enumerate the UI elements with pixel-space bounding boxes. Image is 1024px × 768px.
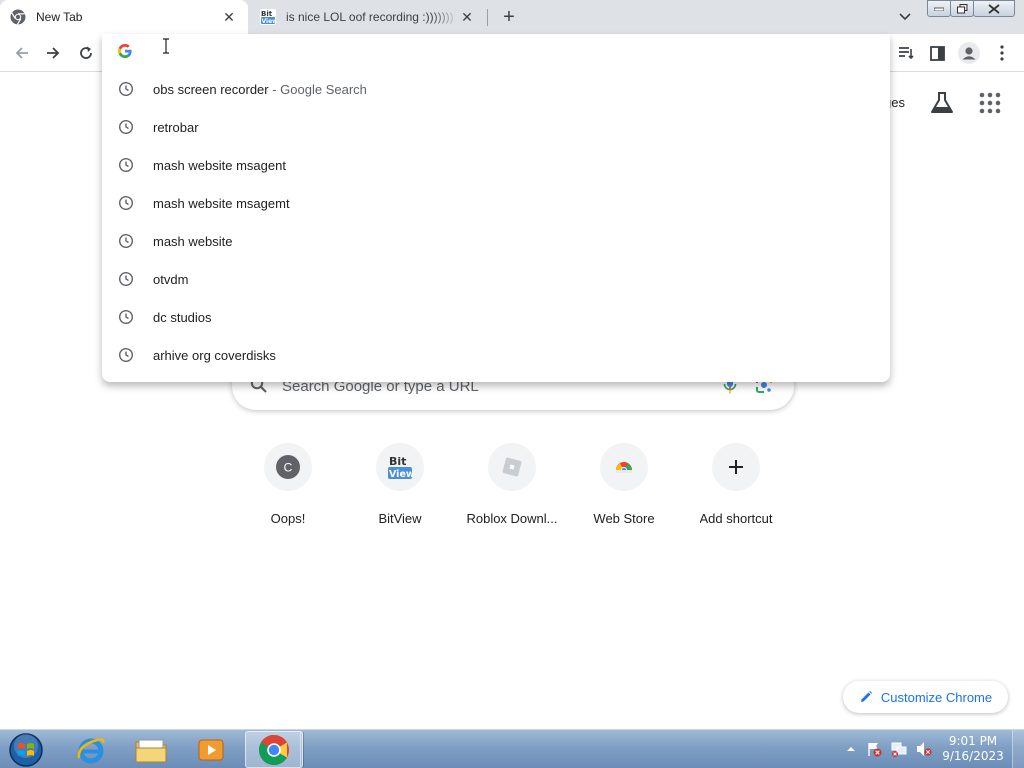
customize-label: Customize Chrome	[880, 689, 993, 705]
profile-avatar-icon[interactable]	[955, 39, 983, 67]
shortcut-label: BitView	[378, 511, 422, 526]
back-button[interactable]	[8, 39, 36, 67]
svg-text:Bit: Bit	[261, 10, 273, 18]
chrome-labs-icon[interactable]	[929, 90, 955, 116]
new-tab-button[interactable]: +	[498, 6, 520, 28]
taskbar-clock[interactable]: 9:01 PM 9/16/2023	[940, 734, 1006, 764]
volume-muted-icon[interactable]	[916, 741, 932, 757]
shortcuts-grid: C Oops! Bit View BitView Roblox Downl... …	[232, 440, 792, 540]
omnibox-input[interactable]	[102, 34, 890, 70]
shortcut-bitview[interactable]: Bit View BitView	[344, 440, 456, 540]
customize-chrome-button[interactable]: Customize Chrome	[843, 681, 1008, 713]
shortcut-label: Add shortcut	[699, 511, 773, 526]
file-explorer-taskbar[interactable]	[122, 731, 180, 768]
bitview-icon: Bit View	[260, 9, 276, 25]
omnibox-suggestion[interactable]: dc studios	[102, 298, 890, 336]
clock-date: 9/16/2023	[942, 749, 1004, 763]
shortcut-letter-icon: C	[264, 443, 312, 491]
chevron-down-icon[interactable]	[895, 7, 915, 27]
shortcut-web-store[interactable]: Web Store	[568, 440, 680, 540]
forward-button[interactable]	[39, 39, 67, 67]
suggestion-text: mash website msagemt	[153, 195, 290, 211]
omnibox-suggestion[interactable]: mash website	[102, 222, 890, 260]
folder-icon	[135, 739, 167, 762]
start-button[interactable]	[6, 732, 46, 768]
minimize-button[interactable]	[927, 0, 951, 17]
tab-bitview[interactable]: Bit View is nice LOL oof recording :)))))…	[250, 0, 486, 34]
web-store-icon	[600, 443, 648, 491]
omnibox-suggestion[interactable]: mash website msagemt	[102, 184, 890, 222]
shortcut-add[interactable]: Add shortcut	[680, 440, 792, 540]
pencil-icon	[860, 691, 872, 702]
history-clock-icon	[118, 271, 134, 287]
shortcut-label: Oops!	[270, 511, 306, 526]
side-panel-icon[interactable]	[923, 39, 951, 67]
svg-text:C: C	[284, 461, 293, 475]
close-window-button[interactable]	[973, 0, 1015, 17]
chrome-taskbar[interactable]	[245, 731, 303, 768]
roblox-icon	[488, 443, 536, 491]
history-clock-icon	[118, 157, 134, 173]
bitview-icon: Bit View	[376, 443, 424, 491]
suggestion-text: mash website msagent	[153, 157, 286, 173]
suggestion-text: obs screen recorder	[153, 81, 269, 97]
svg-text:Bit: Bit	[389, 455, 406, 468]
clock-time: 9:01 PM	[948, 734, 998, 748]
history-clock-icon	[118, 309, 134, 325]
internet-explorer-icon	[77, 737, 105, 763]
shortcut-roblox[interactable]: Roblox Downl...	[456, 440, 568, 540]
reload-button[interactable]	[72, 39, 100, 67]
history-clock-icon	[118, 347, 134, 363]
tab-title: is nice LOL oof recording :))))))) - Bit…	[286, 10, 458, 24]
action-center-flag-icon[interactable]	[866, 741, 882, 757]
reading-list-icon[interactable]	[892, 39, 920, 67]
omnibox-suggestion[interactable]: mash website msagent	[102, 146, 890, 184]
windows-orb-icon	[9, 733, 43, 767]
menu-kebab-icon[interactable]	[988, 39, 1016, 67]
close-tab-icon[interactable]: ✕	[458, 8, 476, 26]
history-clock-icon	[118, 195, 134, 211]
svg-text:View: View	[389, 469, 413, 480]
text-cursor-icon	[162, 38, 170, 54]
suggestion-text: retrobar	[153, 119, 199, 135]
show-hidden-icons-arrow-icon[interactable]	[846, 744, 856, 754]
tab-title: New Tab	[36, 10, 83, 24]
chrome-icon	[258, 734, 289, 765]
suggestion-text: arhive org coverdisks	[153, 347, 276, 363]
internet-explorer-taskbar[interactable]	[62, 731, 120, 768]
svg-text:View: View	[262, 18, 277, 25]
omnibox-suggestion[interactable]: obs screen recorder - Google Search	[102, 70, 890, 108]
omnibox-suggestion[interactable]: arhive org coverdisks	[102, 336, 890, 374]
tab-new-tab[interactable]: New Tab ✕	[0, 0, 248, 34]
suggestion-text: otvdm	[153, 271, 189, 287]
media-player-taskbar[interactable]	[182, 731, 240, 768]
shortcut-oops[interactable]: C Oops!	[232, 440, 344, 540]
history-clock-icon	[118, 233, 134, 249]
network-icon[interactable]	[891, 741, 907, 757]
google-apps-icon[interactable]	[978, 91, 1002, 115]
plus-icon	[712, 443, 760, 491]
omnibox-dropdown: obs screen recorder - Google Search retr…	[102, 34, 890, 382]
shortcut-label: Roblox Downl...	[466, 511, 558, 526]
history-clock-icon	[118, 81, 134, 97]
tab-separator	[487, 9, 488, 26]
window-controls	[927, 0, 1015, 17]
tab-strip: New Tab ✕ Bit View is nice LOL oof record…	[0, 0, 1024, 34]
taskbar: 9:01 PM 9/16/2023	[0, 729, 1024, 768]
history-clock-icon	[118, 119, 134, 135]
shortcut-label: Web Store	[593, 511, 655, 526]
suggestion-text: mash website	[153, 233, 233, 249]
taskbar-divider	[300, 732, 304, 767]
restore-button[interactable]	[950, 0, 974, 17]
omnibox-suggestion[interactable]: retrobar	[102, 108, 890, 146]
omnibox-suggestion[interactable]: otvdm	[102, 260, 890, 298]
suggestion-subtext: - Google Search	[268, 81, 367, 97]
media-player-icon	[198, 739, 224, 760]
show-desktop-button[interactable]	[1012, 730, 1024, 768]
chrome-icon	[10, 9, 26, 25]
close-tab-icon[interactable]: ✕	[220, 8, 238, 26]
suggestion-text: dc studios	[153, 309, 212, 325]
google-g-icon	[118, 43, 132, 61]
